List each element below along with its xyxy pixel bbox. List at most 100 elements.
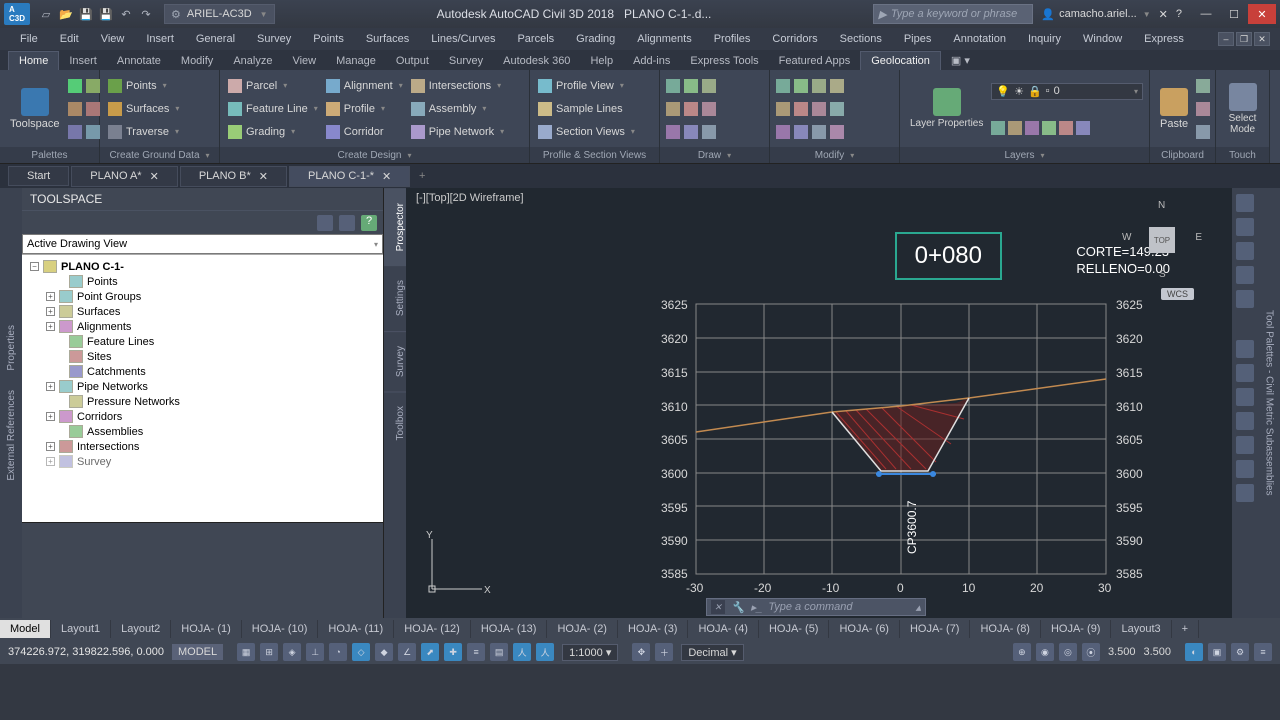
profileview-button[interactable]: Profile View▾ <box>536 78 637 94</box>
command-line[interactable]: ✕ 🔧 ▸_Type a command ▴ <box>706 598 926 616</box>
tab-start[interactable]: Start <box>8 166 69 186</box>
dynucs-toggle[interactable]: ⬈ <box>421 643 439 661</box>
viewport-label[interactable]: [-][Top][2D Wireframe] <box>416 192 524 204</box>
sb-r7[interactable]: ⚙ <box>1231 643 1249 661</box>
sidetab-toolbox[interactable]: Toolbox <box>384 391 406 454</box>
pipenetwork-button[interactable]: Pipe Network▾ <box>409 124 506 140</box>
selectmode-button[interactable]: Select Mode <box>1222 74 1263 143</box>
node-alignments[interactable]: +Alignments <box>46 319 379 334</box>
mdi-close[interactable]: ✕ <box>1254 32 1270 46</box>
node-assemblies[interactable]: Assemblies <box>56 424 379 439</box>
grid-toggle[interactable]: ▦ <box>237 643 255 661</box>
cmd-close-icon[interactable]: ✕ <box>711 600 725 614</box>
fillet-icon[interactable] <box>812 102 826 116</box>
menu-survey[interactable]: Survey <box>247 31 301 47</box>
node-pipenetworks[interactable]: +Pipe Networks <box>46 379 379 394</box>
exchange-icon[interactable]: ✕ <box>1159 8 1168 21</box>
tab-modify[interactable]: Modify <box>171 52 223 70</box>
layout-model[interactable]: Model <box>0 620 51 638</box>
copy-clip-icon[interactable] <box>1196 102 1210 116</box>
layout-h9[interactable]: HOJA- (9) <box>1041 620 1112 638</box>
surfaces-button[interactable]: Surfaces▾ <box>106 101 181 117</box>
sb-r6[interactable]: ▣ <box>1208 643 1226 661</box>
menu-edit[interactable]: Edit <box>50 31 89 47</box>
layoff-icon[interactable] <box>991 121 1005 135</box>
units-combo[interactable]: Decimal ▾ <box>681 644 743 661</box>
scale-icon[interactable] <box>794 125 808 139</box>
nav-orbit-icon[interactable] <box>1236 266 1254 284</box>
sidetab-prospector[interactable]: Prospector <box>384 188 406 265</box>
text-icon[interactable] <box>702 102 716 116</box>
layout-1[interactable]: Layout1 <box>51 620 111 638</box>
match-icon[interactable] <box>1196 125 1210 139</box>
nav-tool-6[interactable] <box>1236 460 1254 478</box>
laymch-icon[interactable] <box>1059 121 1073 135</box>
cmd-wrench-icon[interactable]: 🔧 <box>731 601 745 614</box>
lwt-toggle[interactable]: ≡ <box>467 643 485 661</box>
tab-plano-c[interactable]: PLANO C-1-*✕ <box>289 166 410 187</box>
menu-parcels[interactable]: Parcels <box>507 31 564 47</box>
tab-featured[interactable]: Featured Apps <box>769 52 861 70</box>
poly-icon[interactable] <box>684 102 698 116</box>
sb-r2[interactable]: ◉ <box>1036 643 1054 661</box>
nav-tool-3[interactable] <box>1236 388 1254 406</box>
shelf-xrefs[interactable]: External References <box>6 380 17 491</box>
trim-icon[interactable] <box>812 79 826 93</box>
menu-express[interactable]: Express <box>1134 31 1194 47</box>
sb-icon-2[interactable]: ＋ <box>655 643 673 661</box>
close-button[interactable]: ✕ <box>1248 4 1276 24</box>
sidetab-survey[interactable]: Survey <box>384 331 406 391</box>
arc-icon[interactable] <box>666 125 680 139</box>
tpy-toggle[interactable]: ▤ <box>490 643 508 661</box>
shelf-toolpalettes[interactable]: Tool Palettes - Civil Metric Subassembli… <box>1264 310 1275 496</box>
assembly-button[interactable]: Assembly▾ <box>409 101 506 117</box>
ts-help-icon[interactable]: ? <box>361 215 377 231</box>
sectionviews-button[interactable]: Section Views▾ <box>536 124 637 140</box>
line-icon[interactable] <box>666 79 680 93</box>
menu-corridors[interactable]: Corridors <box>762 31 827 47</box>
palette-icon-1[interactable] <box>68 79 82 93</box>
offset-icon[interactable] <box>830 125 844 139</box>
menu-general[interactable]: General <box>186 31 245 47</box>
undo-icon[interactable]: ↶ <box>118 6 134 22</box>
copy-icon[interactable] <box>776 102 790 116</box>
new-icon[interactable]: ▱ <box>38 6 54 22</box>
node-points[interactable]: Points <box>56 274 379 289</box>
saveas-icon[interactable]: 💾 <box>98 6 114 22</box>
tab-overflow[interactable]: ▣ ▾ <box>941 51 980 70</box>
palette-icon-5[interactable] <box>86 102 100 116</box>
layout-h1[interactable]: HOJA- (1) <box>171 620 242 638</box>
tab-analyze[interactable]: Analyze <box>223 52 282 70</box>
polar-toggle[interactable]: ◔ <box>329 643 347 661</box>
menu-view[interactable]: View <box>91 31 135 47</box>
otrack-toggle[interactable]: ∠ <box>398 643 416 661</box>
pline-icon[interactable] <box>702 125 716 139</box>
maximize-button[interactable]: ☐ <box>1220 4 1248 24</box>
explode-icon[interactable] <box>830 102 844 116</box>
mdi-min[interactable]: – <box>1218 32 1234 46</box>
sb-r5[interactable]: ◐ <box>1185 643 1203 661</box>
traverse-button[interactable]: Traverse▾ <box>106 124 181 140</box>
alignment-button[interactable]: Alignment▾ <box>324 78 405 94</box>
layout-add[interactable]: + <box>1172 620 1199 638</box>
intersections-button[interactable]: Intersections▾ <box>409 78 506 94</box>
tab-express[interactable]: Express Tools <box>680 52 768 70</box>
osnap-toggle[interactable]: ◇ <box>352 643 370 661</box>
menu-file[interactable]: File <box>10 31 48 47</box>
nav-tool-1[interactable] <box>1236 340 1254 358</box>
circle-icon[interactable] <box>666 102 680 116</box>
menu-surfaces[interactable]: Surfaces <box>356 31 419 47</box>
node-pointgroups[interactable]: +Point Groups <box>46 289 379 304</box>
user-menu[interactable]: 👤 camacho.ariel... ▼ <box>1041 8 1150 21</box>
person2-icon[interactable]: 人 <box>536 643 554 661</box>
laylck-icon[interactable] <box>1042 121 1056 135</box>
menu-grading[interactable]: Grading <box>566 31 625 47</box>
menu-annotation[interactable]: Annotation <box>943 31 1016 47</box>
ts-tool-2[interactable] <box>339 215 355 231</box>
close-icon[interactable]: ✕ <box>382 170 391 183</box>
menu-inquiry[interactable]: Inquiry <box>1018 31 1071 47</box>
redo-icon[interactable]: ↷ <box>138 6 154 22</box>
node-featurelines[interactable]: Feature Lines <box>56 334 379 349</box>
help-icon[interactable]: ? <box>1176 8 1182 20</box>
tab-plano-b[interactable]: PLANO B*✕ <box>180 166 287 187</box>
